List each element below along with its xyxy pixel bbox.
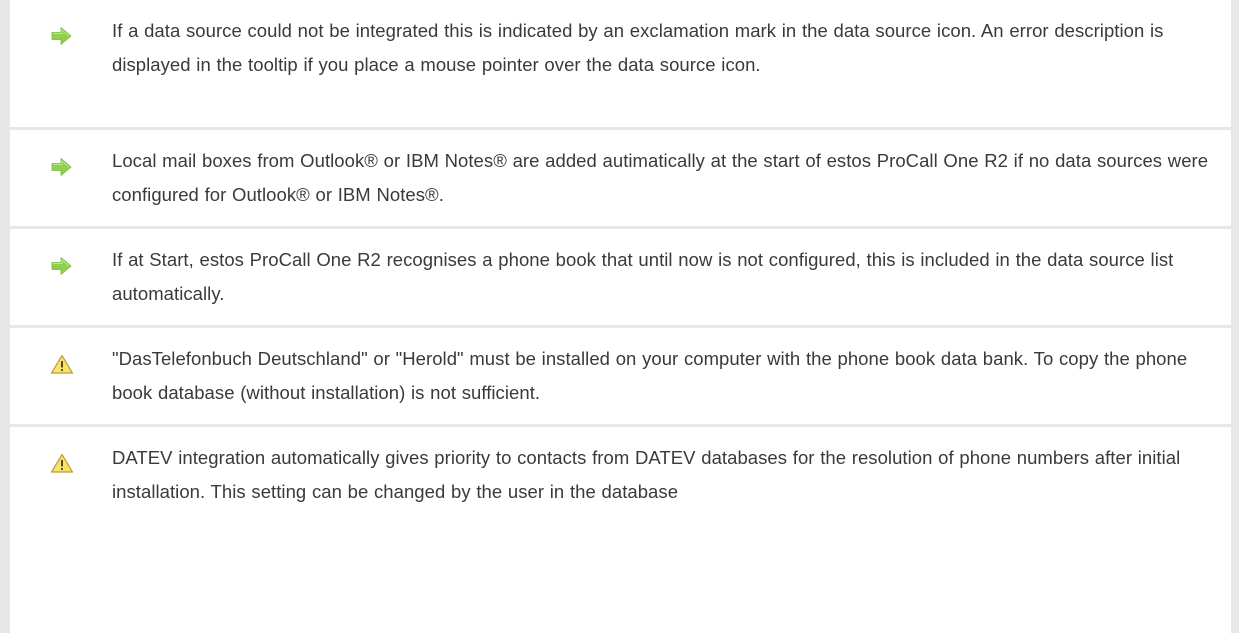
note-row-2: Local mail boxes from Outlook® or IBM No…	[10, 130, 1231, 226]
note-row-5: DATEV integration automatically gives pr…	[10, 427, 1231, 633]
note-row-1: If a data source could not be integrated…	[10, 0, 1231, 127]
warning-triangle-icon	[50, 354, 74, 374]
green-arrow-icon	[51, 27, 72, 45]
note-text: Local mail boxes from Outlook® or IBM No…	[112, 150, 1209, 205]
warning-triangle-icon	[50, 453, 74, 473]
note-text: If a data source could not be integrated…	[112, 20, 1164, 75]
green-arrow-icon	[51, 158, 72, 176]
green-arrow-icon	[51, 257, 72, 275]
note-text: If at Start, estos ProCall One R2 recogn…	[112, 249, 1174, 304]
note-text: "DasTelefonbuch Deutschland" or "Herold"…	[112, 348, 1188, 403]
note-text: DATEV integration automatically gives pr…	[112, 447, 1181, 502]
note-row-3: If at Start, estos ProCall One R2 recogn…	[10, 229, 1231, 325]
note-row-4: "DasTelefonbuch Deutschland" or "Herold"…	[10, 328, 1231, 424]
notes-list: If a data source could not be integrated…	[0, 0, 1239, 633]
